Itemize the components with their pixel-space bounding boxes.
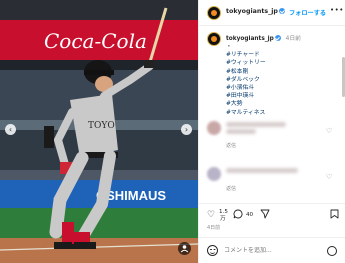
action-bar: ♡ 1.5 万 40: [199, 203, 345, 237]
caption-verified-badge-icon: [274, 35, 281, 41]
follow-button[interactable]: フォローする: [289, 8, 326, 17]
emoji-picker-icon[interactable]: [207, 245, 218, 256]
caption-time: 4日前: [285, 36, 301, 42]
caption-first-line: ・: [226, 44, 232, 50]
hashtag-link[interactable]: #田中瑛斗: [226, 92, 266, 100]
caption-avatar[interactable]: [207, 32, 221, 46]
hashtag-link[interactable]: #松本剛: [226, 68, 266, 76]
comment-count: 40: [246, 212, 254, 218]
like-count-unit: 万: [220, 216, 226, 222]
reply-button[interactable]: 返信: [226, 185, 236, 192]
post-header: tokyogiants_jp フォローする •••: [199, 0, 345, 26]
heart-icon[interactable]: ♡: [207, 210, 215, 220]
commenter-avatar[interactable]: [207, 167, 221, 181]
tagged-user-icon[interactable]: [178, 242, 191, 255]
caption-area: tokyogiants_jp 4日前 ・ #リチャード #ウィットリー #松本剛…: [199, 27, 345, 203]
post-side-panel: tokyogiants_jp フォローする ••• tokyogiants_jp…: [198, 0, 345, 263]
emoji-icon[interactable]: [327, 246, 337, 256]
caption-text: ・ #リチャード #ウィットリー #松本剛 #ダルベック #小濱佑斗 #田中瑛斗…: [226, 43, 266, 117]
hashtag-link[interactable]: #ウィットリー: [226, 59, 266, 67]
blurred-comment-text: [226, 168, 298, 173]
more-options-icon[interactable]: •••: [330, 6, 344, 14]
hashtag-link[interactable]: #リチャード: [226, 51, 266, 59]
account-avatar[interactable]: [207, 6, 221, 20]
bookmark-icon[interactable]: [330, 209, 339, 222]
blurred-comment-text: [226, 129, 256, 134]
verified-badge-icon: [278, 8, 285, 14]
account-username[interactable]: tokyogiants_jp: [226, 8, 285, 15]
comment-input[interactable]: [224, 247, 319, 254]
comment-box: [199, 237, 345, 263]
hashtag-link[interactable]: #小濱佑斗: [226, 84, 266, 92]
hashtag-link[interactable]: #大勢: [226, 100, 266, 108]
next-image-button[interactable]: ›: [181, 124, 192, 135]
photo-illustration: Coca-Cola OSHIMAUS TOYO: [0, 0, 198, 263]
banner-text: Coca-Cola: [44, 29, 147, 53]
previous-image-button[interactable]: ‹: [5, 124, 16, 135]
caption-username[interactable]: tokyogiants_jp: [226, 36, 274, 42]
caption-header: tokyogiants_jp 4日前: [226, 33, 301, 42]
commenter-avatar[interactable]: [207, 121, 221, 135]
blurred-comment-text: [226, 122, 286, 127]
post-photo[interactable]: Coca-Cola OSHIMAUS TOYO ‹ ›: [0, 0, 198, 263]
hashtag-link[interactable]: #ダルベック: [226, 76, 266, 84]
send-icon[interactable]: [260, 209, 270, 222]
hashtag-link[interactable]: #マルティネス: [226, 109, 266, 117]
like-count[interactable]: 1.5: [219, 209, 228, 215]
username-text[interactable]: tokyogiants_jp: [226, 8, 278, 15]
comment-item: 返信 ♡: [199, 163, 345, 193]
comment-item: 返信 ♡: [199, 119, 345, 149]
comment-like-icon[interactable]: ♡: [326, 173, 332, 181]
jersey-text: TOYO: [88, 121, 115, 131]
reply-button[interactable]: 返信: [226, 142, 236, 149]
comment-icon[interactable]: [233, 209, 243, 222]
comment-like-icon[interactable]: ♡: [326, 127, 332, 135]
post-date[interactable]: 4日前: [207, 224, 220, 231]
